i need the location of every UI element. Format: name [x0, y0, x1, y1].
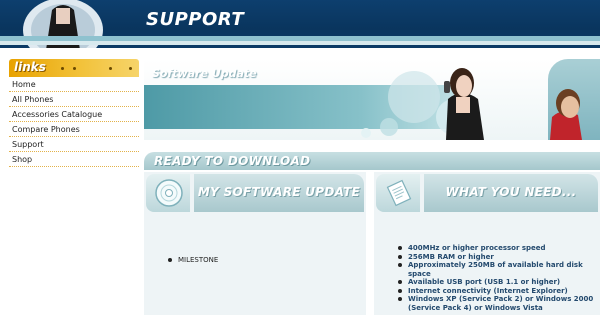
what-you-need-panel: WHAT YOU NEED... 400MHz or higher proces… — [374, 172, 600, 315]
links-heading-label: links — [14, 60, 46, 74]
requirement-item: Approximately 250MB of available hard di… — [396, 261, 596, 278]
banner-label: Software Update — [152, 67, 257, 80]
man-image — [550, 89, 582, 140]
header-bar: SUPPORT — [0, 0, 600, 48]
support-page: SUPPORT links Home All Phones Accessorie… — [0, 0, 600, 315]
requirement-item: Available USB port (USB 1.1 or higher) — [396, 278, 596, 287]
my-software-update-panel: MY SOFTWARE UPDATE MILESTONE — [144, 172, 366, 315]
requirement-item: 256MB RAM or higher — [396, 253, 596, 262]
sidebar-item-home[interactable]: Home — [9, 77, 139, 92]
ready-to-download-bar: READY TO DOWNLOAD — [144, 152, 600, 170]
header-stripe-light — [0, 41, 600, 45]
cd-disc-icon — [155, 179, 183, 207]
sidebar-item-all-phones[interactable]: All Phones — [9, 92, 139, 107]
requirement-item: 400MHz or higher processor speed — [396, 244, 596, 253]
document-icon — [386, 179, 412, 207]
links-heading: links — [9, 59, 139, 77]
ready-to-download-title: READY TO DOWNLOAD — [154, 154, 311, 168]
dot-icon — [61, 67, 64, 70]
dot-icon — [109, 67, 112, 70]
what-you-need-title: WHAT YOU NEED... — [445, 185, 577, 199]
sidebar-item-shop[interactable]: Shop — [9, 152, 139, 167]
cd-disc-icon-box — [146, 174, 190, 212]
my-software-update-title: MY SOFTWARE UPDATE — [197, 185, 361, 199]
requirement-item: Windows XP (Service Pack 2) or Windows 2… — [396, 295, 596, 312]
my-software-update-tab[interactable]: MY SOFTWARE UPDATE — [194, 174, 364, 212]
sidebar-item-compare-phones[interactable]: Compare Phones — [9, 122, 139, 137]
bullet-icon — [168, 258, 172, 262]
sidebar-links: links Home All Phones Accessories Catalo… — [9, 59, 139, 167]
dot-icon — [73, 67, 76, 70]
what-you-need-tab[interactable]: WHAT YOU NEED... — [424, 174, 598, 212]
requirements-list: 400MHz or higher processor speed 256MB R… — [396, 244, 596, 312]
sidebar-item-accessories[interactable]: Accessories Catalogue — [9, 107, 139, 122]
milestone-item[interactable]: MILESTONE — [168, 256, 218, 264]
software-update-banner: Software Update — [144, 59, 600, 140]
sidebar-item-support[interactable]: Support — [9, 137, 139, 152]
requirement-item: Internet connectivity (Internet Explorer… — [396, 287, 596, 296]
milestone-label: MILESTONE — [178, 256, 219, 264]
banner-right-panel — [548, 59, 600, 140]
dot-icon — [129, 67, 132, 70]
document-icon-box — [376, 174, 420, 212]
page-title: SUPPORT — [146, 9, 245, 30]
